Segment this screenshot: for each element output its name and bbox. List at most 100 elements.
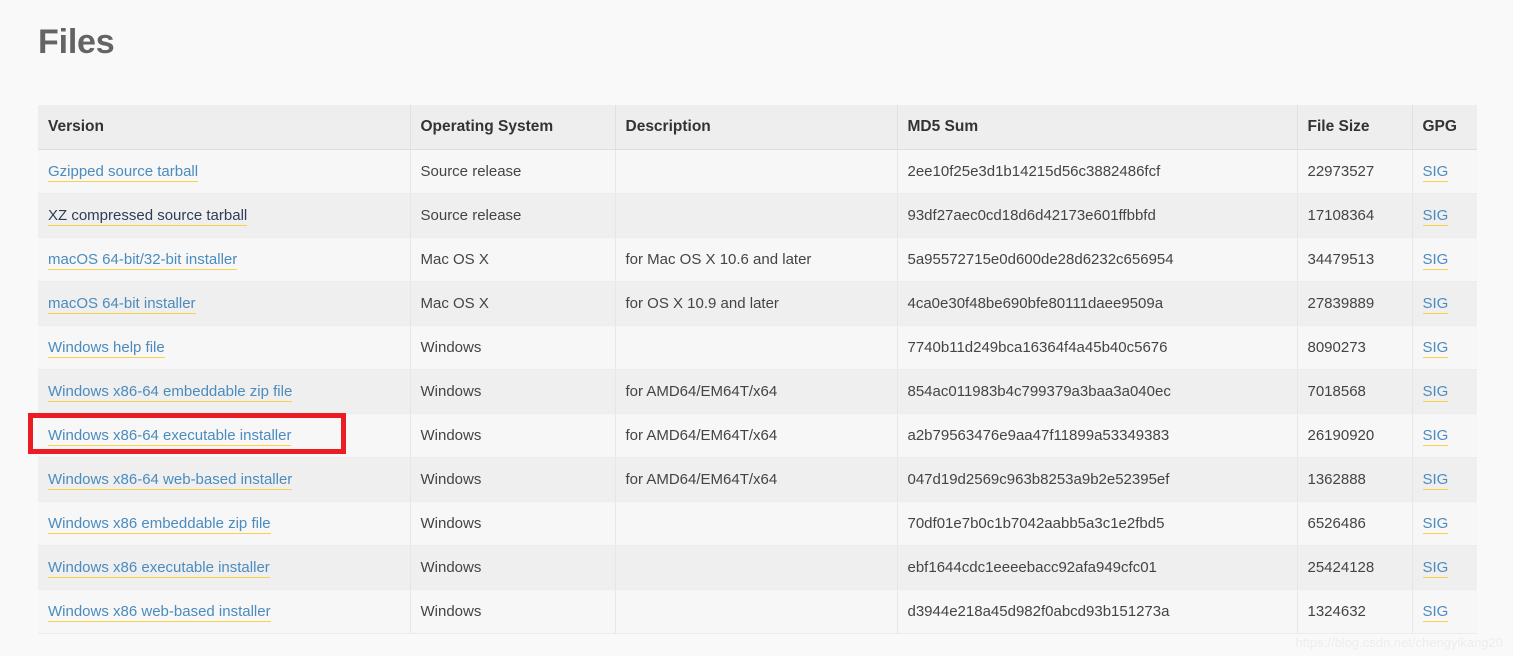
gpg-sig-link[interactable]: SIG [1422,603,1449,622]
cell-md5-sum: a2b79563476e9aa47f11899a53349383 [897,413,1298,458]
download-link[interactable]: Gzipped source tarball [48,163,199,182]
cell-description [615,193,898,238]
cell-description [615,545,898,590]
cell-description: for AMD64/EM64T/x64 [615,369,898,414]
table-row: XZ compressed source tarball Source relea… [38,193,1477,238]
download-link[interactable]: Windows help file [48,339,165,358]
column-header-version: Version [38,105,411,150]
cell-operating-system: Mac OS X [410,281,616,326]
table-header-row: Version Operating System Description MD5… [38,105,1477,150]
cell-md5-sum: 93df27aec0cd18d6d42173e601ffbbfd [897,193,1298,238]
table-body: Gzipped source tarball Source release 2ee1… [38,149,1477,634]
table-row: Windows x86-64 embeddable zip file Window… [38,369,1477,414]
download-link[interactable]: Windows x86 executable installer [48,559,270,578]
cell-md5-sum: ebf1644cdc1eeeebacc92afa949cfc01 [897,545,1298,590]
column-header-md5-sum: MD5 Sum [897,105,1298,150]
cell-file-size: 1362888 [1297,457,1413,502]
download-link[interactable]: Windows x86-64 web-based installer [48,471,293,490]
column-header-description: Description [615,105,898,150]
cell-version: Windows x86 web-based installer [38,589,411,634]
cell-version: Windows x86 embeddable zip file [38,501,411,546]
cell-md5-sum: 854ac011983b4c799379a3baa3a040ec [897,369,1298,414]
cell-operating-system: Mac OS X [410,237,616,282]
cell-version: Gzipped source tarball [38,149,411,194]
download-link[interactable]: Windows x86-64 executable installer [48,427,292,446]
cell-version: Windows x86-64 executable installer [38,413,411,458]
cell-description: for AMD64/EM64T/x64 [615,413,898,458]
cell-md5-sum: 7740b11d249bca16364f4a45b40c5676 [897,325,1298,370]
column-header-operating-system: Operating System [410,105,616,150]
cell-version: Windows x86 executable installer [38,545,411,590]
gpg-sig-link[interactable]: SIG [1422,427,1449,446]
cell-file-size: 34479513 [1297,237,1413,282]
cell-gpg: SIG [1412,193,1477,238]
gpg-sig-link[interactable]: SIG [1422,339,1449,358]
gpg-sig-link[interactable]: SIG [1422,515,1449,534]
download-link[interactable]: macOS 64-bit installer [48,295,196,314]
cell-md5-sum: 2ee10f25e3d1b14215d56c3882486fcf [897,149,1298,194]
cell-file-size: 1324632 [1297,589,1413,634]
download-link[interactable]: XZ compressed source tarball [48,207,248,226]
column-header-file-size: File Size [1297,105,1413,150]
cell-operating-system: Windows [410,413,616,458]
cell-description [615,149,898,194]
cell-gpg: SIG [1412,501,1477,546]
table-row: Windows x86 executable installer Windows e… [38,545,1477,590]
cell-operating-system: Windows [410,589,616,634]
cell-gpg: SIG [1412,281,1477,326]
cell-operating-system: Windows [410,545,616,590]
cell-operating-system: Windows [410,369,616,414]
table-row: Windows x86-64 executable installer Windo… [38,413,1477,458]
cell-version: XZ compressed source tarball [38,193,411,238]
cell-md5-sum: 5a95572715e0d600de28d6232c656954 [897,237,1298,282]
download-link[interactable]: Windows x86 web-based installer [48,603,271,622]
cell-version: Windows x86-64 embeddable zip file [38,369,411,414]
cell-gpg: SIG [1412,369,1477,414]
cell-description: for Mac OS X 10.6 and later [615,237,898,282]
gpg-sig-link[interactable]: SIG [1422,383,1449,402]
cell-description: for AMD64/EM64T/x64 [615,457,898,502]
cell-gpg: SIG [1412,237,1477,282]
cell-md5-sum: 047d19d2569c963b8253a9b2e52395ef [897,457,1298,502]
cell-description [615,501,898,546]
gpg-sig-link[interactable]: SIG [1422,295,1449,314]
cell-operating-system: Windows [410,501,616,546]
cell-description: for OS X 10.9 and later [615,281,898,326]
download-link[interactable]: Windows x86-64 embeddable zip file [48,383,293,402]
table-row: Windows x86 web-based installer Windows d3… [38,589,1477,634]
table-row: Windows help file Windows 7740b11d249bca16… [38,325,1477,370]
cell-md5-sum: 4ca0e30f48be690bfe80111daee9509a [897,281,1298,326]
gpg-sig-link[interactable]: SIG [1422,471,1449,490]
column-header-gpg: GPG [1412,105,1477,150]
files-table: Version Operating System Description MD5… [38,105,1477,634]
page-title: Files [38,23,115,61]
cell-gpg: SIG [1412,589,1477,634]
cell-operating-system: Source release [410,193,616,238]
gpg-sig-link[interactable]: SIG [1422,163,1449,182]
cell-file-size: 8090273 [1297,325,1413,370]
download-link[interactable]: Windows x86 embeddable zip file [48,515,271,534]
cell-file-size: 6526486 [1297,501,1413,546]
table-row: Windows x86 embeddable zip file Windows 70… [38,501,1477,546]
cell-operating-system: Windows [410,325,616,370]
table-row: macOS 64-bit/32-bit installer Mac OS Xfor… [38,237,1477,282]
table-row: macOS 64-bit installer Mac OS Xfor OS X 1… [38,281,1477,326]
gpg-sig-link[interactable]: SIG [1422,251,1449,270]
download-link[interactable]: macOS 64-bit/32-bit installer [48,251,238,270]
cell-file-size: 26190920 [1297,413,1413,458]
table-row: Windows x86-64 web-based installer Window… [38,457,1477,502]
cell-operating-system: Source release [410,149,616,194]
cell-version: macOS 64-bit/32-bit installer [38,237,411,282]
cell-gpg: SIG [1412,545,1477,590]
gpg-sig-link[interactable]: SIG [1422,207,1449,226]
cell-version: Windows help file [38,325,411,370]
cell-operating-system: Windows [410,457,616,502]
cell-gpg: SIG [1412,457,1477,502]
cell-file-size: 17108364 [1297,193,1413,238]
table-header: Version Operating System Description MD5… [38,105,1477,150]
cell-file-size: 22973527 [1297,149,1413,194]
gpg-sig-link[interactable]: SIG [1422,559,1449,578]
cell-file-size: 27839889 [1297,281,1413,326]
cell-md5-sum: d3944e218a45d982f0abcd93b151273a [897,589,1298,634]
files-table-container: Version Operating System Description MD5… [38,105,1477,634]
